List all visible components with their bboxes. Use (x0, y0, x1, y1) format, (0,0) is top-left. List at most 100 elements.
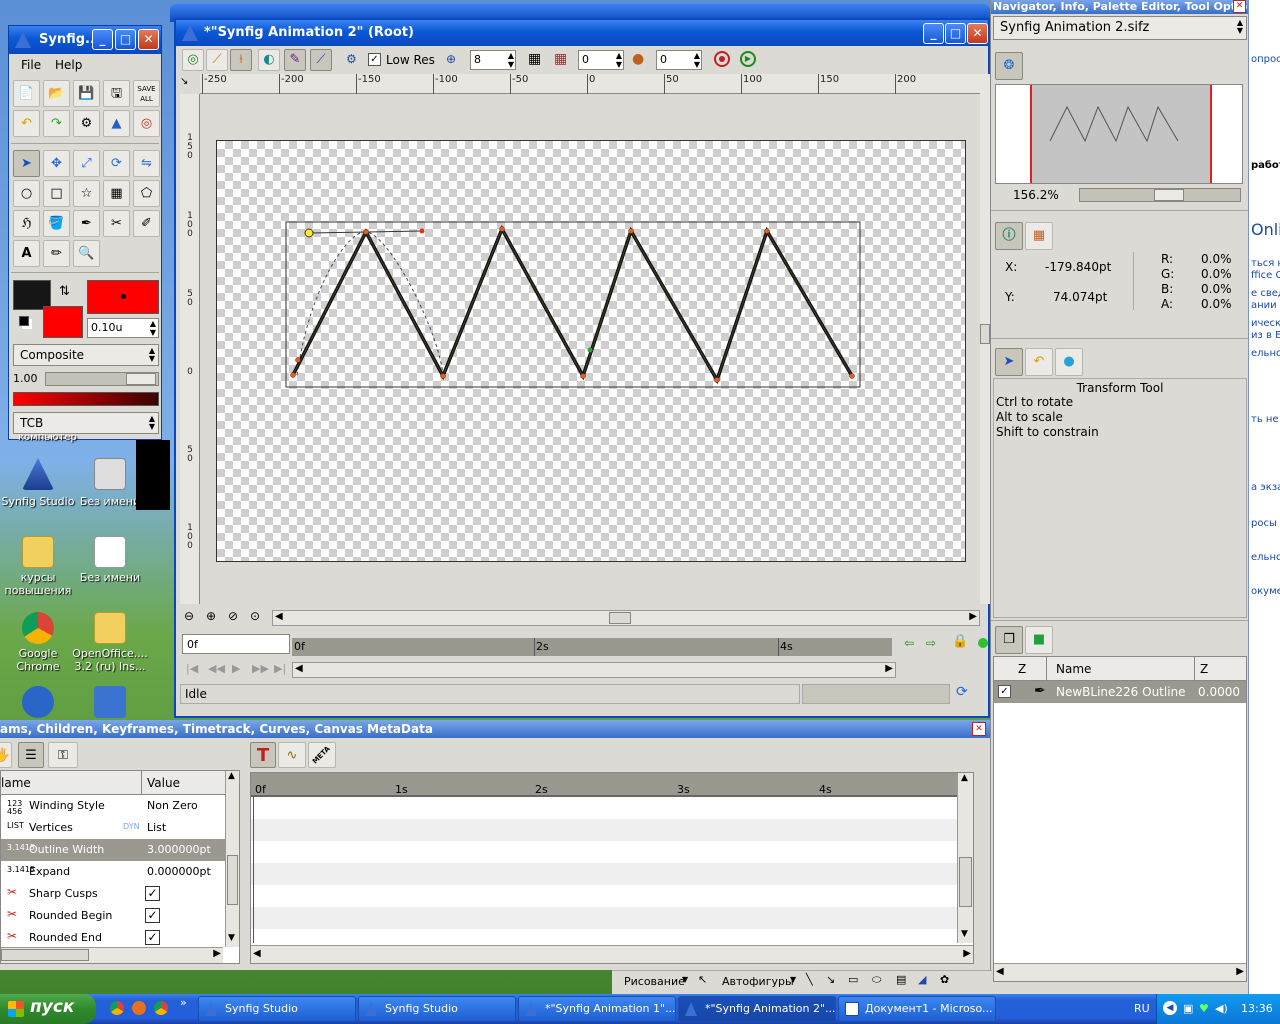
zoom-fit-icon[interactable]: ⊘ (228, 609, 238, 623)
canvas-vertical-scrollbar[interactable] (980, 74, 990, 604)
record-icon[interactable] (714, 51, 730, 67)
sketch-tool-button[interactable]: ✏ (43, 240, 70, 267)
scale-tool-button[interactable]: ⤢ (73, 150, 100, 177)
start-button[interactable]: пуск (0, 994, 96, 1024)
rectangle-tool-icon[interactable]: ▭ (848, 973, 858, 986)
tray-network-icon[interactable]: ▣ (1183, 1002, 1193, 1015)
param-value[interactable]: 3.000000pt (147, 843, 211, 856)
menu-file[interactable]: File (21, 58, 41, 72)
prev-keyframe-icon[interactable]: ⇦ (904, 636, 914, 650)
taskbar-item[interactable]: Документ1 - Microso... (838, 996, 996, 1022)
toggle-ducks-position-button[interactable]: ◎ (182, 49, 204, 71)
smooth-move-tool-button[interactable]: ✥ (43, 150, 70, 177)
panel-tab-metadata-button[interactable]: META (308, 742, 336, 768)
canvas-shapes[interactable] (200, 94, 980, 604)
param-value[interactable]: List (147, 821, 166, 834)
open-file-button[interactable]: 📂 (43, 80, 70, 107)
quick-launch-firefox-icon[interactable] (110, 1001, 124, 1015)
maximize-button[interactable]: □ (945, 23, 966, 44)
horizontal-scrollbar[interactable]: ◀ ▶ (272, 610, 980, 626)
play-icon[interactable]: ▶ (740, 51, 756, 67)
redo-button[interactable]: ↷ (43, 110, 70, 137)
library-tab-icon[interactable]: ■ (1025, 626, 1053, 654)
line-tool-icon[interactable]: ╲ (806, 973, 813, 986)
scroll-left-arrow-icon[interactable]: ◀ (253, 948, 261, 959)
synfig-studio-desktop-icon[interactable] (22, 458, 54, 490)
canvas-title-bar[interactable]: *"Synfig Animation 2" (Root) (176, 20, 988, 46)
panel-tab-curves-icon[interactable]: ∿ (278, 742, 306, 768)
toggle-grid-show-icon[interactable]: ▦ (528, 51, 541, 67)
draw-tool-button[interactable]: ✒ (73, 210, 100, 237)
canvas-browser-tab-icon[interactable]: ● (1055, 348, 1083, 376)
taskbar-item[interactable]: *"Synfig Animation 1"... (518, 996, 676, 1022)
scroll-right-arrow-icon[interactable]: ▶ (213, 948, 221, 959)
palette-tab-icon[interactable]: ▦ (1025, 222, 1053, 250)
navigator-tab-icon[interactable]: ❂ (995, 52, 1023, 80)
zoom-tool-button[interactable]: 🔍 (73, 240, 100, 267)
panel-tab-keyframes-icon[interactable]: ⚿ (48, 742, 78, 768)
panel-resize-grip[interactable] (991, 338, 1249, 339)
minimize-button[interactable]: _ (92, 29, 113, 50)
close-icon[interactable]: ✕ (972, 722, 986, 736)
drawing-menu[interactable]: Рисование (624, 975, 685, 988)
taskbar-item[interactable]: Synfig Studio (198, 996, 356, 1022)
clipart-tool-icon[interactable]: ✿ (940, 973, 949, 986)
arrow-tool-icon[interactable]: ↘ (826, 973, 835, 986)
scroll-right-arrow-icon[interactable]: ▶ (1236, 966, 1244, 977)
next-keyframe-icon[interactable]: ⇨ (926, 636, 936, 650)
scroll-down-arrow-icon[interactable]: ▼ (961, 929, 968, 939)
language-indicator[interactable]: RU (1134, 1002, 1150, 1015)
time-slider[interactable]: 0f 2s 4s (292, 638, 892, 656)
navigator-title-bar[interactable]: Navigator, Info, Palette Editor, Tool Op… (991, 0, 1249, 14)
param-checkbox[interactable]: ✓ (145, 930, 160, 945)
col-header-z2[interactable]: Z (1200, 662, 1208, 676)
swap-colors-icon[interactable]: ⇅ (59, 284, 70, 299)
play-icon[interactable]: ▶ (232, 662, 240, 675)
param-row[interactable]: 123 456 Winding Style Non Zero (1, 795, 225, 817)
layers-horizontal-scrollbar[interactable]: ◀ ▶ (994, 963, 1246, 981)
param-row[interactable]: ✂ Sharp Cusps ✓ (1, 883, 225, 905)
seek-prev-frame-icon[interactable]: ◀◀ (208, 662, 225, 675)
toggle-ducks-angle-button[interactable]: ⟋ (310, 49, 332, 71)
animation-mode-indicator-icon[interactable] (978, 638, 988, 648)
fill-color-swatch[interactable] (87, 280, 159, 314)
lowres-checkbox[interactable]: ✓ (368, 53, 381, 66)
onion-skin-icon[interactable]: ● (632, 51, 644, 67)
history-tab-icon[interactable]: ↶ (1025, 348, 1053, 376)
help-lifebuoy-button[interactable]: ◎ (133, 110, 160, 137)
save-as-button[interactable]: 🖫 (103, 80, 130, 107)
navigator-preview[interactable] (995, 84, 1243, 184)
panel-tab-children-icon[interactable]: ☰ (18, 742, 44, 768)
toggle-ducks-tangent-button[interactable]: ⟊ (230, 49, 252, 71)
blank-document-desktop-icon[interactable] (94, 458, 126, 490)
panel-tab-timetrack-icon[interactable]: T (250, 742, 276, 768)
scroll-thumb[interactable] (609, 612, 631, 624)
quick-launch-more-icon[interactable]: » (180, 996, 187, 1009)
reset-colors-icon[interactable] (19, 316, 29, 326)
tool-options-tab-icon[interactable]: ➤ (995, 348, 1023, 376)
spin-arrows-icon[interactable]: ▲ ▼ (694, 51, 700, 69)
openoffice-folder-desktop-icon[interactable] (94, 612, 126, 644)
close-icon[interactable]: ✕ (1233, 0, 1246, 13)
param-row[interactable]: ✂ Rounded Begin ✓ (1, 905, 225, 927)
toggle-grid-snap-icon[interactable]: ▦ (554, 51, 567, 67)
scroll-up-arrow-icon[interactable]: ▲ (961, 773, 968, 783)
slider-handle[interactable] (1154, 189, 1184, 201)
params-vertical-scrollbar[interactable]: ▲ ▼ (225, 771, 239, 947)
polygon-tool-button[interactable]: ⬠ (133, 180, 160, 207)
gradient-tool-button[interactable]: ▦ (103, 180, 130, 207)
scroll-right-arrow-icon[interactable]: ▶ (969, 611, 977, 622)
param-value[interactable]: Non Zero (147, 799, 198, 812)
wordart-tool-icon[interactable]: ◢ (918, 973, 926, 986)
col-header-name[interactable]: Name (1056, 662, 1091, 676)
toggle-ducks-vertex-button[interactable]: ⟋ (206, 49, 228, 71)
textbox-tool-icon[interactable]: ▤ (896, 973, 906, 986)
seek-end-icon[interactable]: ▶| (274, 662, 286, 675)
panel-resize-grip[interactable] (991, 210, 1249, 211)
gradient-preview[interactable] (13, 392, 159, 406)
toggle-ducks-radius-button[interactable]: ◐ (258, 49, 280, 71)
app-desktop-icon[interactable] (94, 686, 126, 718)
layer-visible-checkbox[interactable]: ✓ (998, 685, 1011, 698)
layer-row[interactable]: ✓ ✒ NewBLine226 Outline 0.0000 (994, 681, 1246, 703)
scroll-down-arrow-icon[interactable]: ▼ (228, 933, 235, 943)
